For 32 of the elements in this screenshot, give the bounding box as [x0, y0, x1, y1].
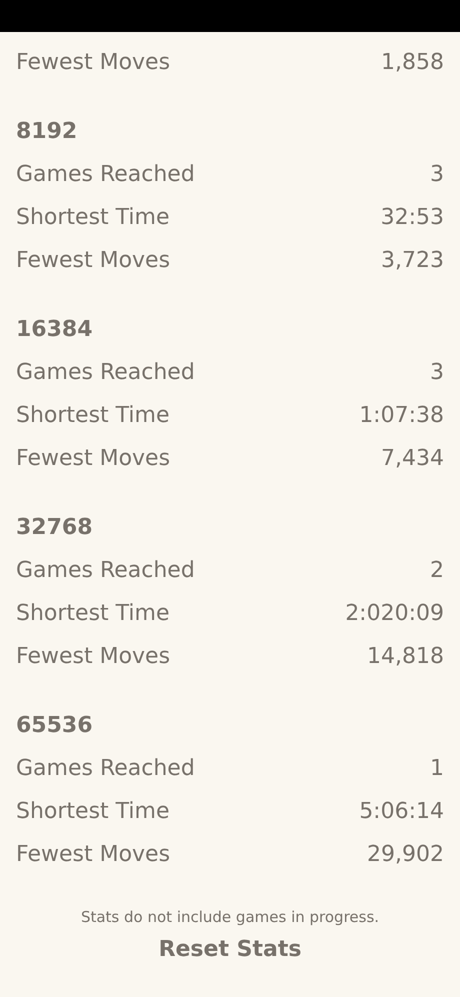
reset-stats-button[interactable]: Reset Stats — [146, 929, 314, 969]
stat-label: Shortest Time — [16, 600, 170, 628]
stat-value: 29,902 — [367, 841, 444, 869]
stat-label: Fewest Moves — [16, 247, 170, 275]
stat-value: 3,723 — [381, 247, 444, 275]
section-heading: 8192 — [16, 118, 78, 146]
stat-value: 2:020:09 — [345, 600, 444, 628]
stat-value: 32:53 — [380, 204, 444, 232]
stat-value: 14,818 — [367, 643, 444, 671]
footnote: Stats do not include games in progress. — [80, 907, 380, 928]
section-heading: 65536 — [16, 712, 93, 740]
stat-label: Shortest Time — [16, 204, 170, 232]
stat-label: Games Reached — [16, 359, 195, 387]
stat-label: Games Reached — [16, 161, 195, 189]
stat-label: Fewest Moves — [16, 445, 170, 473]
stat-label: Games Reached — [16, 755, 195, 783]
stat-value: 3 — [430, 161, 444, 189]
section-heading: 16384 — [16, 316, 93, 344]
stat-label: Shortest Time — [16, 798, 170, 826]
stat-value: 7,434 — [381, 445, 444, 473]
stat-value: 1,858 — [381, 49, 444, 77]
stat-label: Games Reached — [16, 557, 195, 585]
stat-label: Fewest Moves — [16, 643, 170, 671]
stat-value: 5:06:14 — [359, 798, 444, 826]
section-heading: 32768 — [16, 514, 93, 542]
stat-value: 1 — [430, 755, 444, 783]
stat-value: 1:07:38 — [359, 402, 444, 430]
stat-label: Fewest Moves — [16, 841, 170, 869]
stat-label: Fewest Moves — [16, 49, 170, 77]
stat-value: 3 — [430, 359, 444, 387]
stat-value: 2 — [430, 557, 444, 585]
stat-label: Shortest Time — [16, 402, 170, 430]
